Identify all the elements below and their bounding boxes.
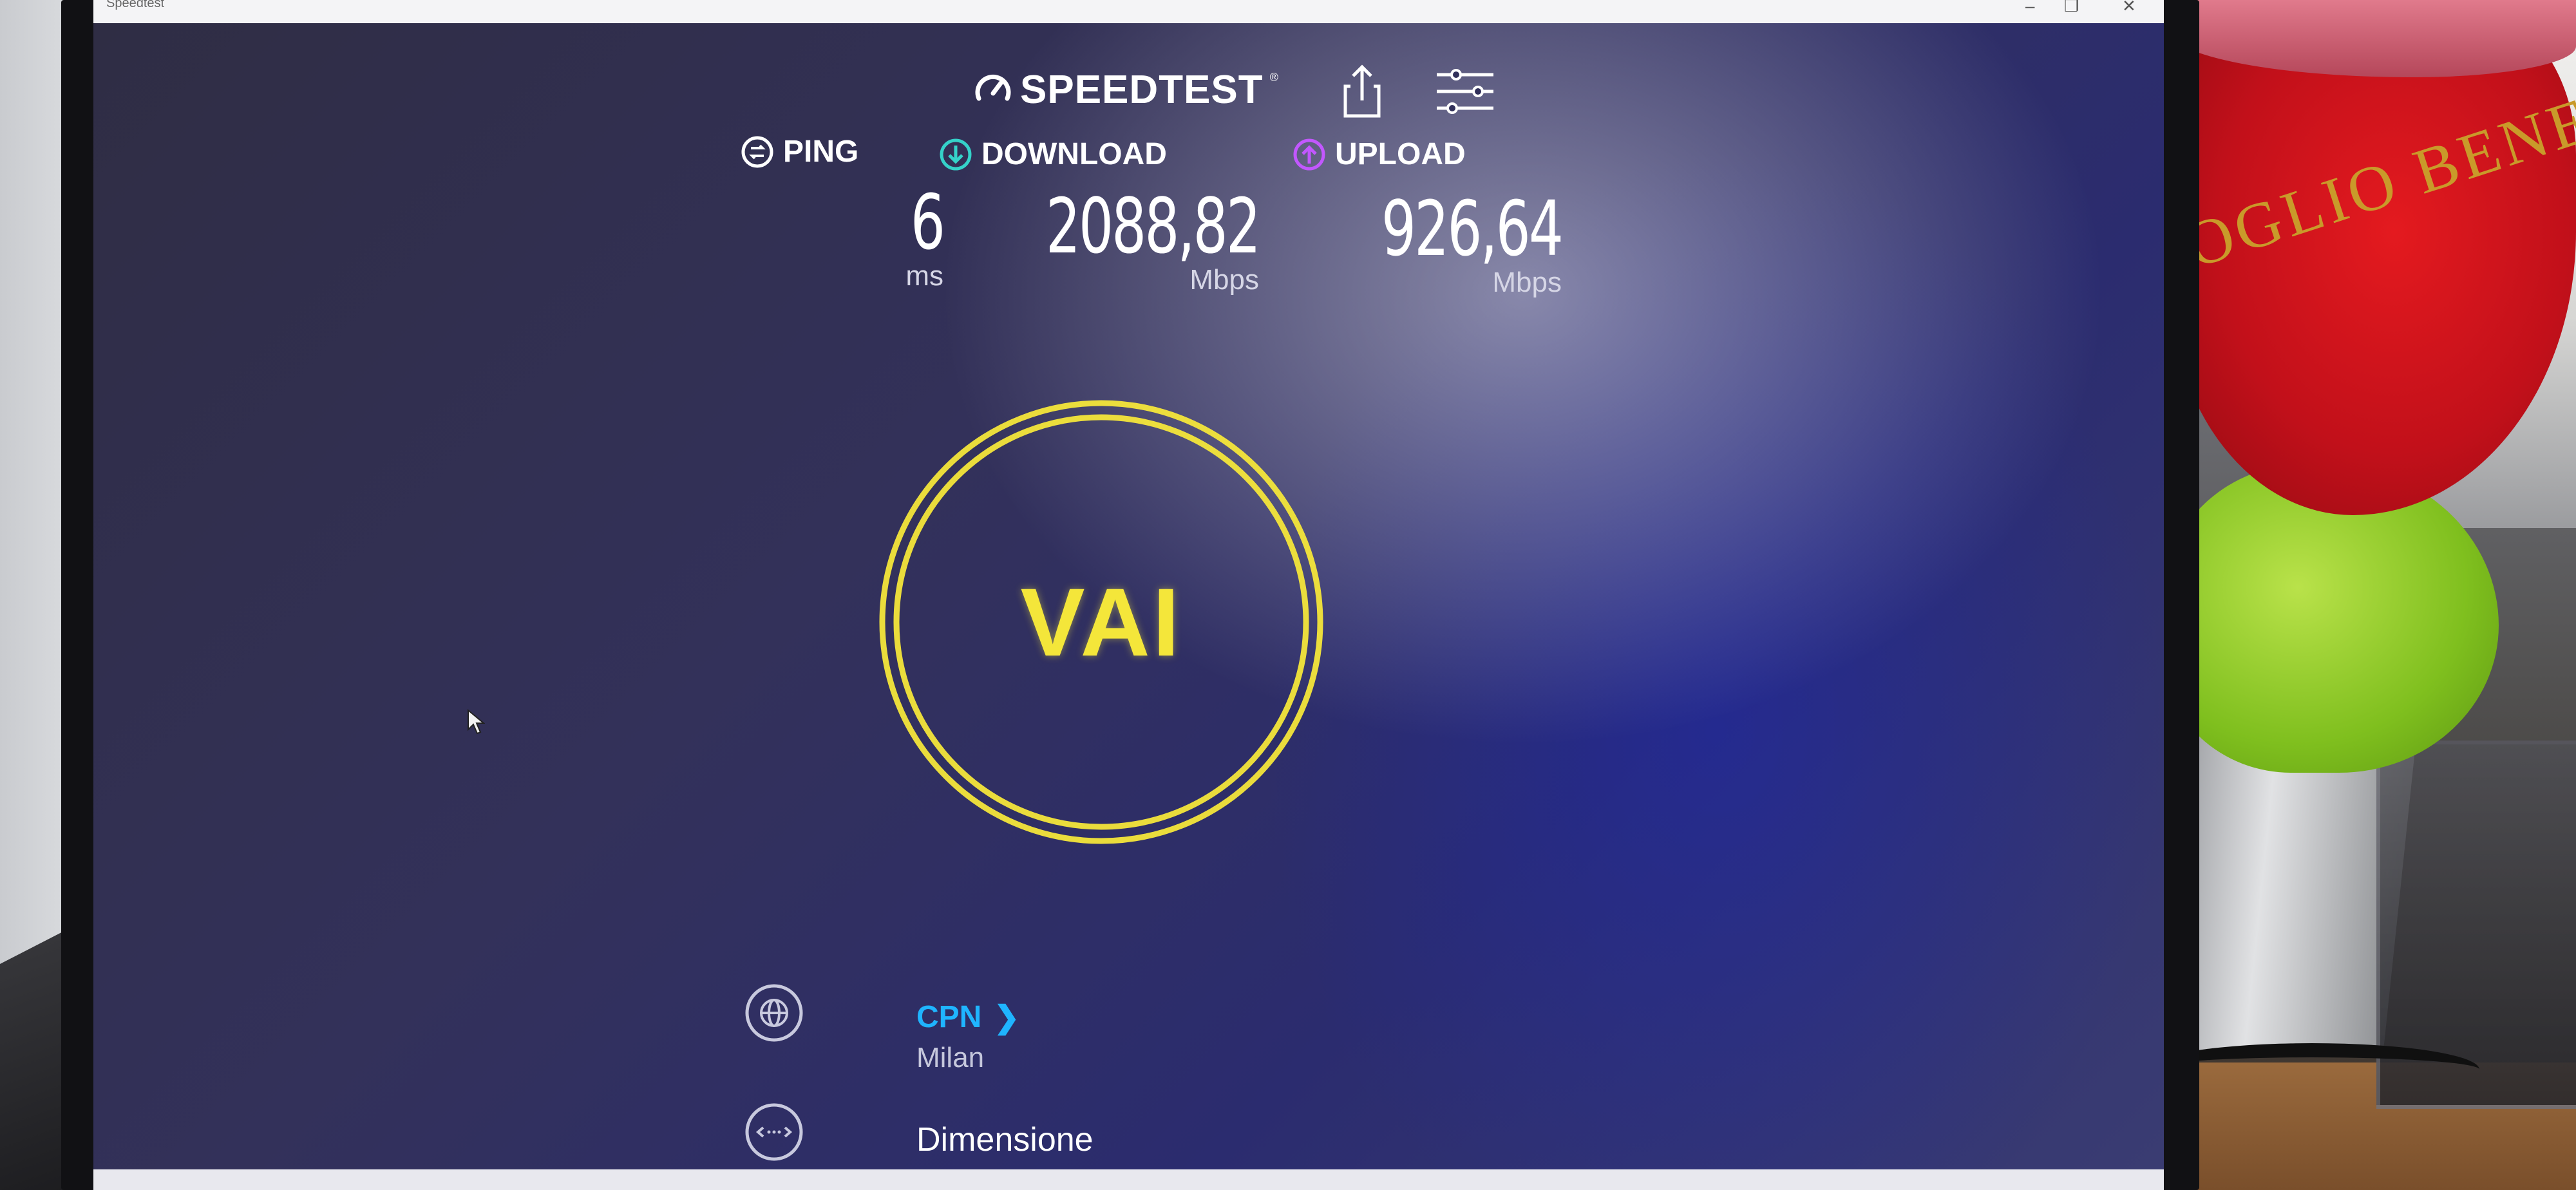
upload-header: UPLOAD — [1293, 137, 1466, 172]
ping-label: PING — [783, 135, 859, 169]
window-titlebar: Speedtest – ❐ ✕ — [93, 0, 2164, 23]
connection-arrows-icon[interactable] — [744, 1102, 804, 1162]
ping-header: PING — [741, 134, 858, 169]
brand-name: SPEEDTEST — [1020, 67, 1264, 112]
share-button[interactable] — [1336, 62, 1388, 120]
server-city: Milan — [916, 1042, 985, 1073]
share-icon — [1343, 64, 1381, 118]
ping-value: 6 — [910, 178, 945, 267]
window-title: Speedtest — [106, 0, 165, 10]
settings-sliders-icon — [1437, 69, 1493, 114]
restore-icon[interactable]: ❐ — [2064, 0, 2079, 16]
upload-label: UPLOAD — [1335, 137, 1466, 171]
chevron-right-icon[interactable]: ❯ — [994, 999, 1019, 1035]
ping-unit: ms — [905, 260, 943, 292]
settings-button[interactable] — [1433, 66, 1497, 117]
app-screen: SPEEDTEST ® PING 6 ms DOWNLOAD 2088,82 M… — [93, 23, 2164, 1169]
download-header: DOWNLOAD — [939, 137, 1167, 172]
start-test-button[interactable]: VAI — [876, 397, 1327, 847]
upload-unit: Mbps — [1492, 267, 1562, 298]
brand-mark: ® — [1269, 71, 1278, 84]
connection-mode-label[interactable]: Dimensione — [916, 1120, 1094, 1159]
ping-icon — [741, 136, 773, 167]
mouse-cursor-icon — [468, 709, 485, 735]
upload-value: 926,64 — [1381, 184, 1564, 273]
upload-arrow-icon — [1293, 138, 1325, 170]
download-arrow-icon — [940, 138, 972, 170]
download-value: 2088,82 — [1045, 182, 1261, 270]
minimize-icon[interactable]: – — [2025, 0, 2034, 16]
close-icon[interactable]: ✕ — [2122, 0, 2136, 16]
speedtest-logo: SPEEDTEST ® — [972, 67, 1278, 112]
globe-icon[interactable] — [744, 983, 804, 1043]
isp-name-link[interactable]: CPN — [916, 999, 981, 1035]
go-button-label: VAI — [1020, 567, 1182, 676]
download-label: DOWNLOAD — [981, 137, 1167, 171]
speedometer-icon — [975, 74, 1011, 101]
taskbar-edge — [93, 1169, 2164, 1190]
download-unit: Mbps — [1189, 264, 1259, 296]
